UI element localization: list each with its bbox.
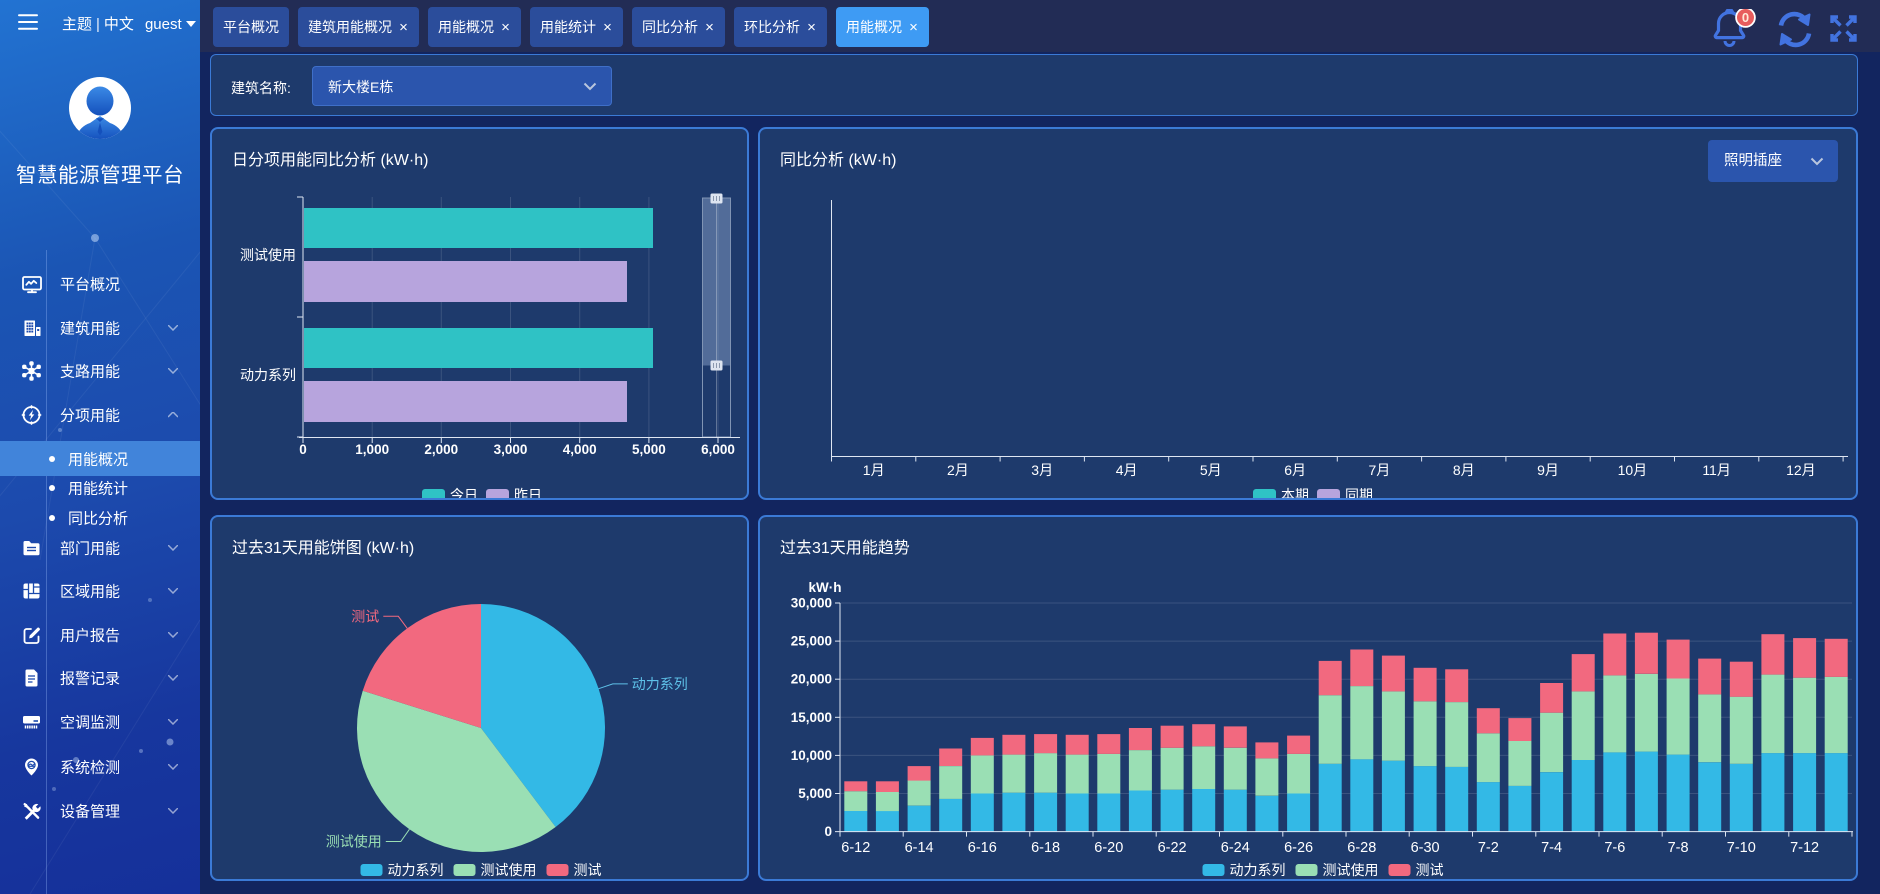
svg-text:11月: 11月	[1702, 462, 1731, 478]
svg-text:动力系列: 动力系列	[632, 676, 688, 692]
svg-text:6-12: 6-12	[841, 840, 870, 856]
svg-text:7-4: 7-4	[1541, 840, 1562, 856]
svg-text:测试使用: 测试使用	[1323, 862, 1379, 878]
svg-text:3月: 3月	[1031, 462, 1053, 478]
svg-text:6-18: 6-18	[1031, 840, 1060, 856]
svg-text:10,000: 10,000	[791, 748, 832, 763]
svg-text:动力系列: 动力系列	[240, 367, 296, 383]
svg-text:0: 0	[824, 824, 832, 839]
svg-text:6-24: 6-24	[1221, 840, 1250, 856]
svg-text:1月: 1月	[863, 462, 885, 478]
svg-text:7-10: 7-10	[1727, 840, 1756, 856]
svg-text:2,000: 2,000	[424, 442, 458, 457]
svg-text:10月: 10月	[1618, 462, 1648, 478]
svg-text:6-28: 6-28	[1347, 840, 1376, 856]
svg-text:6-16: 6-16	[968, 840, 997, 856]
svg-text:测试使用: 测试使用	[326, 834, 382, 850]
svg-text:6月: 6月	[1284, 462, 1306, 478]
svg-text:5,000: 5,000	[632, 442, 666, 457]
svg-text:测试: 测试	[351, 608, 379, 624]
svg-text:7月: 7月	[1369, 462, 1391, 478]
svg-text:4,000: 4,000	[563, 442, 597, 457]
svg-text:20,000: 20,000	[791, 672, 832, 687]
svg-text:昨日: 昨日	[514, 487, 542, 500]
svg-text:动力系列: 动力系列	[1230, 862, 1286, 878]
svg-text:本期: 本期	[1281, 487, 1309, 500]
svg-text:6-22: 6-22	[1158, 840, 1187, 856]
svg-text:5,000: 5,000	[798, 786, 832, 801]
svg-text:15,000: 15,000	[791, 710, 832, 725]
svg-text:2月: 2月	[947, 462, 969, 478]
svg-text:测试: 测试	[574, 862, 602, 878]
svg-text:9月: 9月	[1537, 462, 1559, 478]
svg-text:今日: 今日	[450, 487, 478, 500]
svg-text:5月: 5月	[1200, 462, 1222, 478]
svg-text:6,000: 6,000	[701, 442, 735, 457]
svg-text:7-8: 7-8	[1668, 840, 1689, 856]
svg-text:同期: 同期	[1345, 487, 1373, 500]
svg-text:8月: 8月	[1453, 462, 1475, 478]
svg-text:1,000: 1,000	[355, 442, 389, 457]
svg-text:7-12: 7-12	[1790, 840, 1819, 856]
svg-text:3,000: 3,000	[494, 442, 528, 457]
svg-text:25,000: 25,000	[791, 634, 832, 649]
svg-text:动力系列: 动力系列	[388, 862, 444, 878]
svg-text:30,000: 30,000	[791, 596, 832, 611]
svg-text:测试: 测试	[1416, 862, 1444, 878]
svg-text:7-2: 7-2	[1478, 840, 1499, 856]
svg-text:12月: 12月	[1786, 462, 1816, 478]
svg-text:4月: 4月	[1116, 462, 1138, 478]
svg-text:6-30: 6-30	[1411, 840, 1440, 856]
svg-text:测试使用: 测试使用	[240, 247, 296, 263]
svg-text:测试使用: 测试使用	[481, 862, 537, 878]
svg-text:0: 0	[299, 442, 307, 457]
svg-text:6-26: 6-26	[1284, 840, 1313, 856]
svg-text:6-14: 6-14	[905, 840, 934, 856]
svg-text:7-6: 7-6	[1604, 840, 1625, 856]
svg-text:6-20: 6-20	[1094, 840, 1123, 856]
svg-text:0: 0	[1742, 10, 1749, 25]
svg-text:kW·h: kW·h	[809, 580, 842, 595]
